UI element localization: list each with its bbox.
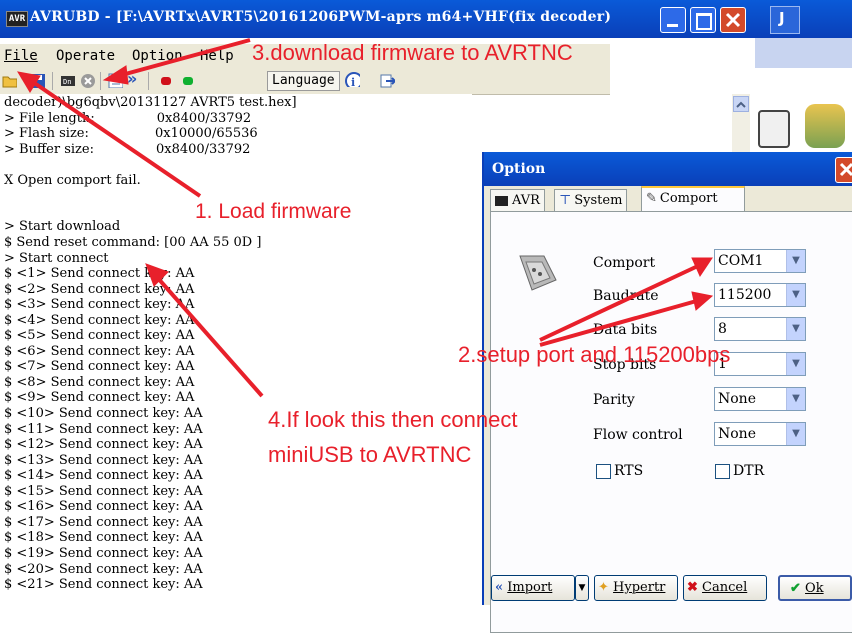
arrow-step1 [28, 78, 202, 198]
arrow-head-step1 [17, 71, 41, 93]
annotation-arrows [17, 38, 714, 398]
arrow-head-step3 [102, 65, 129, 85]
annotation-step4-line1: 4.If look this then connect [268, 407, 518, 432]
arrow-step4 [154, 274, 264, 398]
annotation-step2: 2.setup port and 115200bps [458, 342, 731, 367]
annotation-step1: 1. Load firmware [195, 200, 352, 223]
arrow-head-step2-baudrate [691, 291, 714, 311]
arrow-step2-comport [539, 263, 701, 342]
arrow-step2-baudrate [539, 298, 701, 347]
annotation-step3: 3.download firmware to AVRTNC [252, 40, 573, 65]
arrow-head-step4 [145, 263, 169, 287]
annotation-step4-line2: miniUSB to AVRTNC [268, 442, 472, 467]
arrow-step3 [117, 38, 251, 78]
